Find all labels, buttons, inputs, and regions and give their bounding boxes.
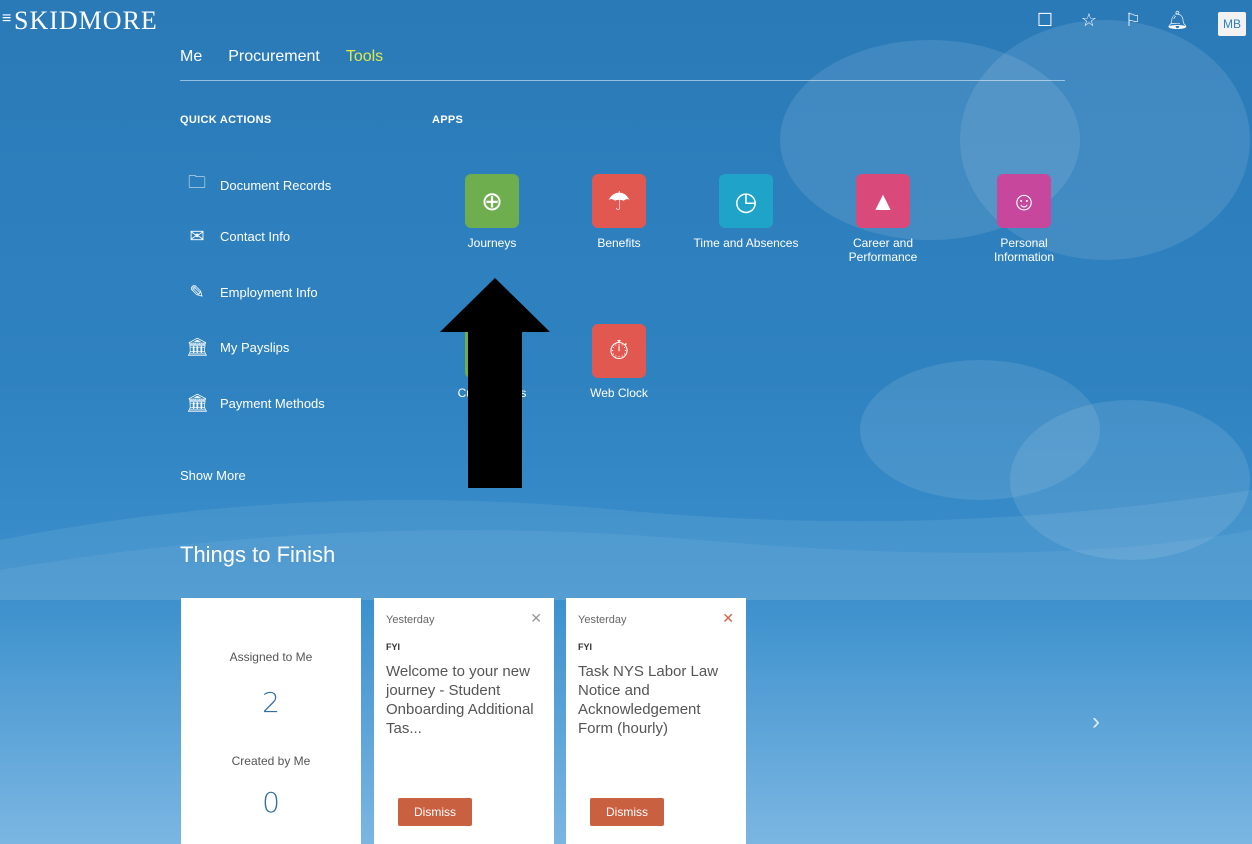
nav-divider bbox=[180, 80, 1065, 81]
compass-icon: ⊕ bbox=[465, 174, 519, 228]
app-benefits[interactable]: ☂ Benefits bbox=[564, 174, 674, 250]
app-journeys[interactable]: ⊕ Journeys bbox=[437, 174, 547, 250]
app-label: Personal Information bbox=[993, 236, 1055, 264]
clock-icon: ◷ bbox=[719, 174, 773, 228]
nav-tabs: Me Procurement Tools bbox=[180, 48, 383, 66]
assigned-to-me-label[interactable]: Assigned to Me bbox=[181, 650, 361, 664]
chart-icon: ▲ bbox=[856, 174, 910, 228]
close-icon[interactable]: ✕ bbox=[530, 610, 542, 627]
created-by-me-count[interactable]: 0 bbox=[181, 786, 361, 819]
bank-icon: 🏛︎ bbox=[186, 393, 209, 413]
things-to-finish-title: Things to Finish bbox=[180, 542, 336, 567]
bell-icon[interactable]: 🔔︎ bbox=[1166, 10, 1189, 31]
quick-action-label: My Payslips bbox=[220, 340, 290, 355]
task-card[interactable]: Yesterday ✕ FYI Welcome to your new jour… bbox=[374, 598, 554, 844]
app-label: Benefits bbox=[597, 236, 641, 250]
quick-action-contact-info[interactable]: ✉ Contact Info bbox=[186, 226, 290, 247]
chevron-right-icon[interactable]: › bbox=[1092, 708, 1100, 736]
task-type: FYI bbox=[386, 642, 401, 652]
flag-icon[interactable]: ⚐ bbox=[1122, 10, 1144, 31]
task-title[interactable]: Task NYS Labor Law Notice and Acknowledg… bbox=[578, 662, 738, 738]
task-card[interactable]: Yesterday ✕ FYI Task NYS Labor Law Notic… bbox=[566, 598, 746, 844]
quick-action-label: Document Records bbox=[220, 177, 332, 193]
app-career-and-performance[interactable]: ▲ Career and Performance bbox=[828, 174, 938, 264]
quick-action-label: Employment Info bbox=[220, 285, 318, 300]
summary-card: Assigned to Me 2 Created by Me 0 bbox=[181, 598, 361, 844]
app-label: Time and Absences bbox=[693, 236, 799, 250]
avatar[interactable]: MB bbox=[1218, 12, 1246, 36]
quick-action-label: Payment Methods bbox=[220, 396, 325, 411]
stopwatch-icon: ⏱︎ bbox=[592, 324, 646, 378]
close-icon[interactable]: ✕ bbox=[722, 610, 734, 627]
folder-icon: 🗀 bbox=[188, 172, 206, 192]
star-icon[interactable]: ☆ bbox=[1078, 10, 1100, 31]
quick-action-employment-info[interactable]: ✎ Employment Info bbox=[186, 282, 318, 303]
dismiss-button[interactable]: Dismiss bbox=[590, 798, 664, 826]
dismiss-button[interactable]: Dismiss bbox=[398, 798, 472, 826]
logo[interactable]: SKIDMORE bbox=[14, 6, 158, 36]
tab-me[interactable]: Me bbox=[180, 48, 202, 66]
briefcase-icon: ✎ bbox=[189, 282, 205, 302]
created-by-me-label[interactable]: Created by Me bbox=[181, 754, 361, 768]
background-wave bbox=[0, 490, 1252, 600]
quick-action-document-records[interactable]: 🗀 Document Records bbox=[186, 170, 331, 200]
app-label: Career and Performance bbox=[848, 236, 918, 264]
header-icons: ☐ ☆ ⚐ 🔔︎ bbox=[1034, 10, 1189, 31]
task-type: FYI bbox=[578, 642, 593, 652]
app-time-and-absences[interactable]: ◷ Time and Absences bbox=[691, 174, 801, 250]
app-label: Web Clock bbox=[590, 386, 648, 400]
umbrella-icon: ☂ bbox=[592, 174, 646, 228]
quick-action-label: Contact Info bbox=[220, 229, 291, 244]
app-web-clock[interactable]: ⏱︎ Web Clock bbox=[564, 324, 674, 400]
envelope-icon: ✉ bbox=[189, 226, 205, 246]
task-time: Yesterday bbox=[578, 614, 627, 626]
task-title[interactable]: Welcome to your new journey - Student On… bbox=[386, 662, 546, 738]
show-more-link[interactable]: Show More bbox=[180, 468, 246, 483]
bank-icon: 🏛︎ bbox=[186, 337, 209, 357]
app-personal-information[interactable]: ☺ Personal Information bbox=[969, 174, 1079, 264]
tab-procurement[interactable]: Procurement bbox=[228, 48, 320, 66]
quick-action-my-payslips[interactable]: 🏛︎ My Payslips bbox=[186, 337, 289, 358]
task-time: Yesterday bbox=[386, 614, 435, 626]
assigned-to-me-count[interactable]: 2 bbox=[181, 686, 361, 719]
tab-tools[interactable]: Tools bbox=[346, 48, 383, 66]
app-label: Journeys bbox=[467, 236, 517, 250]
quick-action-payment-methods[interactable]: 🏛︎ Payment Methods bbox=[186, 393, 325, 414]
apps-heading: APPS bbox=[432, 114, 464, 126]
quick-actions-heading: QUICK ACTIONS bbox=[180, 114, 272, 126]
square-icon[interactable]: ☐ bbox=[1034, 10, 1056, 31]
hamburger-icon[interactable]: ≡ bbox=[2, 10, 11, 28]
person-icon: ☺ bbox=[997, 174, 1051, 228]
top-bar: ≡ SKIDMORE ☐ ☆ ⚐ 🔔︎ MB bbox=[0, 0, 1252, 44]
annotation-arrow bbox=[440, 278, 550, 488]
